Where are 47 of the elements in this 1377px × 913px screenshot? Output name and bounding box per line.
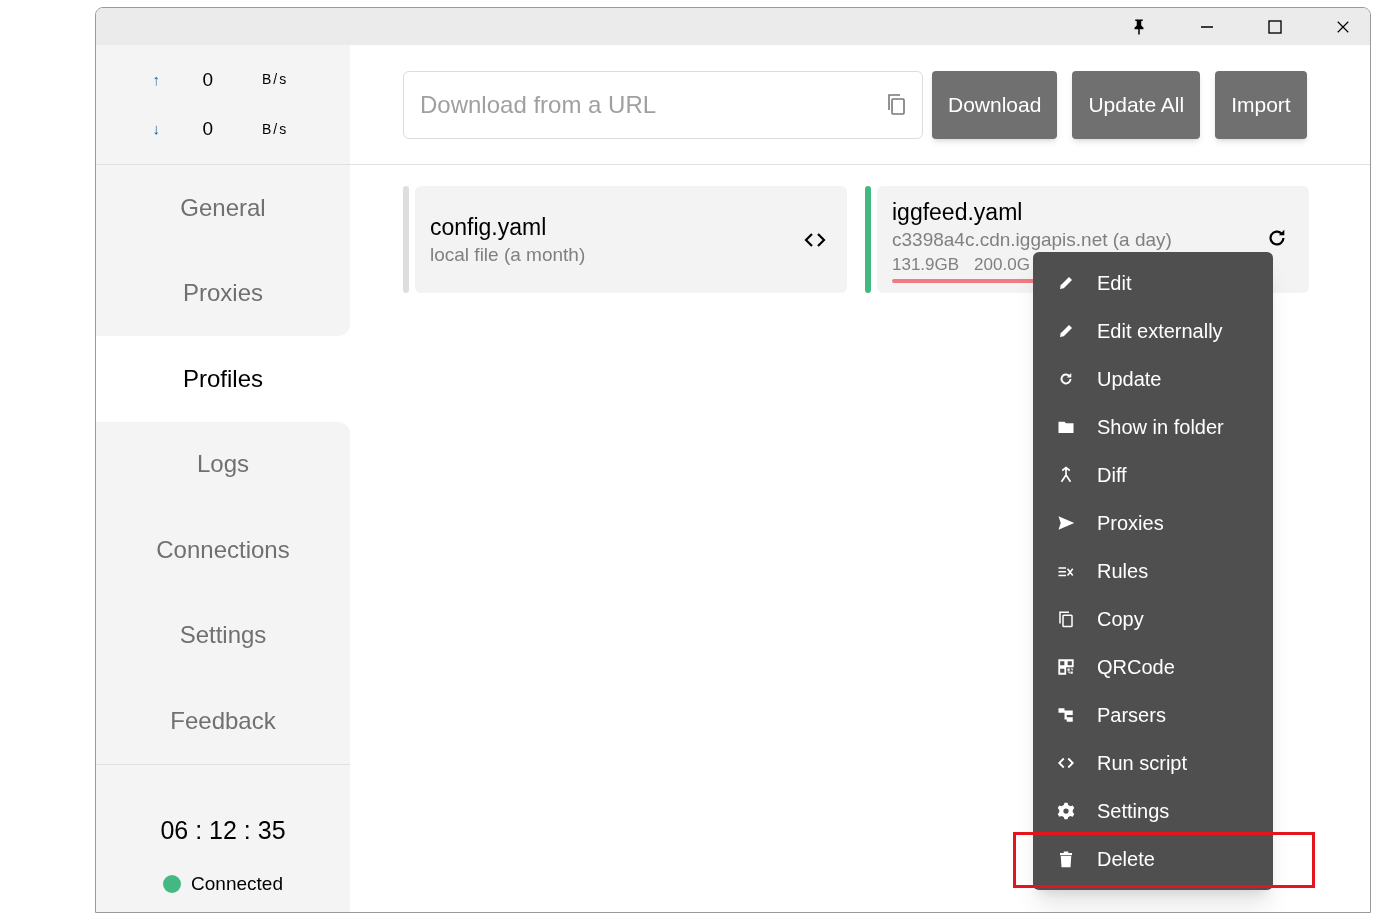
connection-status: Connected — [191, 871, 283, 896]
menu-item[interactable]: Delete — [1033, 835, 1273, 883]
menu-item[interactable]: Rules — [1033, 547, 1273, 595]
settings-icon — [1057, 802, 1075, 820]
nav-item[interactable]: Logs — [96, 421, 350, 507]
qr-code-icon — [1057, 658, 1075, 676]
send-icon — [1057, 514, 1075, 532]
usage-value: 131.9GB — [892, 253, 960, 276]
menu-item[interactable]: Parsers — [1033, 691, 1273, 739]
menu-item[interactable]: Update — [1033, 355, 1273, 403]
url-field[interactable]: Download from a URL — [403, 70, 923, 139]
nav-item[interactable]: Feedback — [96, 678, 350, 764]
speed-value: 0 — [201, 67, 213, 92]
pencil-icon — [1057, 322, 1075, 340]
nav-item[interactable]: Proxies — [96, 250, 350, 336]
tree-icon — [1057, 706, 1075, 724]
menu-item[interactable]: Show in folder — [1033, 403, 1273, 451]
nav-item[interactable]: General — [96, 165, 350, 251]
download-arrow: ↓ — [151, 119, 160, 139]
upload-arrow: ↑ — [151, 69, 160, 90]
profile-name: iggfeed.yaml — [892, 197, 1024, 227]
maximize-icon — [1266, 17, 1284, 36]
action-button[interactable]: Download — [932, 70, 1058, 139]
copy-icon — [1057, 610, 1075, 628]
menu-item[interactable]: QRCode — [1033, 643, 1273, 691]
menu-item[interactable]: Diff — [1033, 451, 1273, 499]
profile-name: config.yaml — [430, 212, 548, 242]
speed-unit: B/s — [262, 70, 289, 90]
menu-item[interactable]: Copy — [1033, 595, 1273, 643]
menu-item[interactable]: Proxies — [1033, 499, 1273, 547]
profile-card[interactable]: config.yaml local file (a month) — [415, 186, 847, 293]
speed-value: 0 — [201, 117, 213, 141]
trash-icon — [1057, 850, 1075, 868]
pencil-icon — [1057, 274, 1075, 292]
speed-unit: B/s — [262, 119, 289, 139]
profile-detail: c3398a4c.cdn.iggapis.net (a day) — [892, 227, 1173, 252]
menu-item[interactable]: Run script — [1033, 739, 1273, 787]
nav-item[interactable]: Settings — [96, 592, 350, 678]
profile-detail: local file (a month) — [430, 242, 587, 267]
minimize-icon — [1201, 25, 1213, 28]
quota-value: 200.0G — [974, 253, 1030, 276]
action-button[interactable]: Import — [1215, 70, 1307, 139]
uptime-clock: 06 : 12 : 35 — [160, 815, 286, 846]
menu-item[interactable]: Settings — [1033, 787, 1273, 835]
action-button[interactable]: Update All — [1072, 70, 1201, 139]
menu-item[interactable]: Edit externally — [1033, 307, 1273, 355]
nav-item[interactable]: Connections — [96, 507, 350, 593]
